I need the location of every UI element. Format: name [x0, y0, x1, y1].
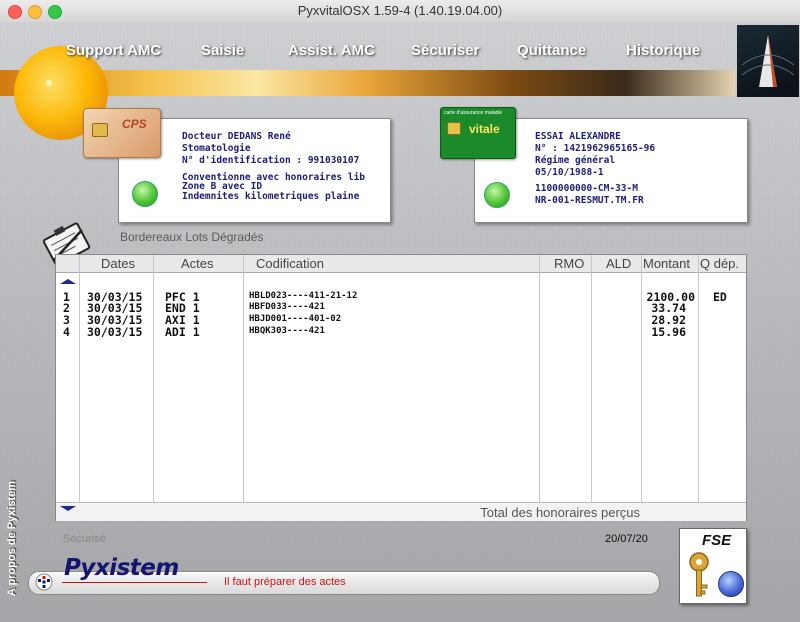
menu-securiser[interactable]: Sécuriser [411, 42, 479, 59]
menu-quittance[interactable]: Quittance [517, 42, 586, 59]
menu-historique[interactable]: Historique [626, 42, 700, 59]
patient-mutuelle: NR-001-RESMUT.TM.FR [535, 195, 644, 206]
header-dates: Dates [101, 256, 135, 271]
total-honoraires-label: Total des honoraires perçus [480, 505, 640, 520]
menu-assist-amc[interactable]: Assist. AMC [288, 42, 375, 59]
app-corner-logo-icon [736, 24, 800, 98]
practitioner-specialty: Stomatologie [182, 143, 251, 154]
practitioner-id: N° d'identification : 991030107 [182, 155, 360, 166]
window-title: PyxvitalOSX 1.59-4 (1.40.19.04.00) [297, 3, 503, 18]
header-banner [0, 70, 735, 96]
header-ald: ALD [606, 256, 632, 271]
menu-support-amc[interactable]: Support AMC [66, 42, 161, 59]
patient-birthdate: 05/10/1988-1 [535, 167, 604, 178]
patient-regime: Régime général [535, 155, 616, 166]
practitioner-name: Docteur DEDANS René [182, 131, 291, 142]
practitioner-indemnites: Indemnites kilometriques plaine [182, 191, 360, 202]
title-bar: PyxvitalOSX 1.59-4 (1.40.19.04.00) [0, 0, 800, 23]
header-montant: Montant [643, 256, 690, 271]
practitioner-status-button[interactable] [132, 181, 158, 207]
status-message: Il faut préparer des actes [224, 576, 346, 588]
fse-label: FSE [702, 532, 732, 549]
vitale-card-icon[interactable]: carte d'assurance maladie vitale [440, 107, 516, 159]
scroll-down-arrow-icon[interactable] [60, 506, 76, 511]
about-pyxistem-link[interactable]: A propos de Pyxistem [6, 481, 18, 596]
cps-card-label: CPS [122, 117, 147, 131]
table-row[interactable]: 4 30/03/15 ADI 1 HBQK303----421 15.96 [56, 325, 746, 339]
table-header: Dates Actes Codification RMO ALD Montant… [56, 255, 746, 273]
acts-table: Dates Actes Codification RMO ALD Montant… [55, 254, 747, 521]
table-row[interactable]: 3 30/03/15 AXI 1 HBJD001----401-02 28.92 [56, 313, 746, 327]
pyxistem-grid-icon[interactable] [32, 573, 56, 591]
header-actes: Actes [181, 256, 214, 271]
header-rmo: RMO [554, 256, 585, 271]
table-footer: Total des honoraires perçus [56, 502, 746, 521]
key-icon [684, 551, 714, 601]
patient-code: 1100000000-CM-33-M [535, 183, 638, 194]
bordereaux-label[interactable]: Bordereaux Lots Dégradés [120, 230, 263, 244]
scroll-up-arrow-icon[interactable] [60, 279, 76, 284]
vitale-card-top-text: carte d'assurance maladie [444, 110, 503, 116]
chip-icon [92, 123, 108, 137]
header-codification: Codification [256, 256, 324, 271]
pyxistem-brand-logo: Pyxistem [64, 555, 179, 581]
current-date: 20/07/20 [605, 533, 648, 545]
patient-status-button[interactable] [484, 182, 510, 208]
table-row[interactable]: 2 30/03/15 END 1 HBFD033----421 33.74 [56, 301, 746, 315]
secured-status: Sécurisé [63, 533, 106, 545]
vitale-card-label: vitale [469, 122, 500, 136]
cps-card-icon[interactable]: CPS [83, 108, 161, 158]
fse-button[interactable]: FSE [679, 528, 747, 604]
patient-name: ESSAI ALEXANDRE [535, 131, 621, 142]
menu-saisie[interactable]: Saisie [201, 42, 244, 59]
header-qdep: Q dép. [700, 256, 740, 271]
chip-icon [447, 122, 461, 135]
brand-underline [62, 582, 207, 583]
fse-status-ball-icon [718, 571, 744, 597]
patient-nir: N° : 1421962965165-96 [535, 143, 656, 154]
sun-highlight-icon [46, 80, 52, 86]
